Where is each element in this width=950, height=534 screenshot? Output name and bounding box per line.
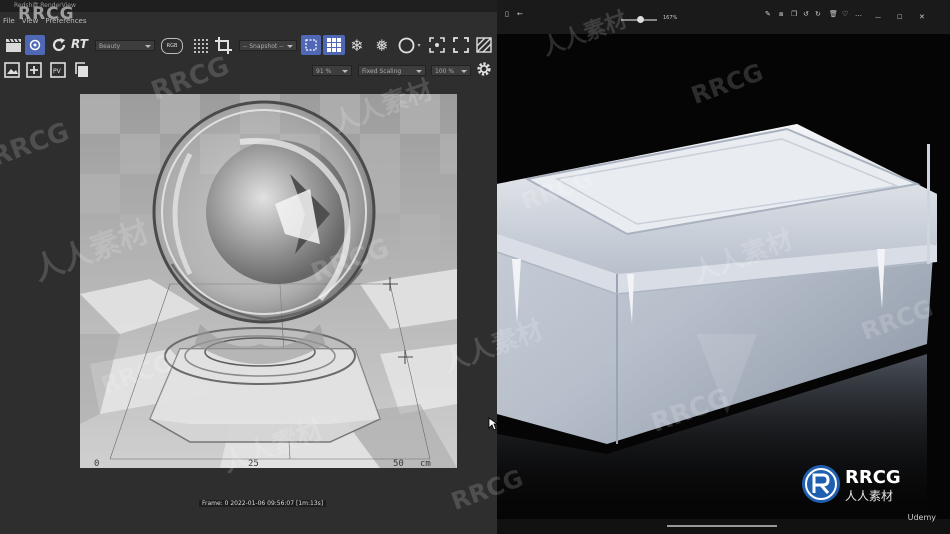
settings-gear-icon[interactable] [475,60,493,78]
region-button[interactable] [301,35,321,55]
copy-icon[interactable] [73,61,91,79]
refresh-icon[interactable] [50,36,68,54]
circle-icon[interactable] [397,36,415,54]
rrcg-logo-icon [802,465,840,503]
close-icon[interactable]: ✕ [919,13,925,21]
snowflake-icon[interactable]: ❄ [348,36,366,55]
grid-icon[interactable] [192,37,210,55]
ipr-render-button[interactable] [25,35,45,55]
rrcg-badge: RRCG 人人素材 [801,463,939,505]
save-image-icon[interactable] [3,61,21,79]
back-icon[interactable]: ← [517,10,523,18]
filmstrip-scroll[interactable] [667,525,777,527]
fit-view-icon[interactable] [452,36,470,54]
toolbar-top: RT Beauty RGB -- Snapshot -- ❄ ❅ ▾ [0,32,497,58]
picture-viewer-icon[interactable]: PV [49,61,67,79]
render-viewport[interactable]: 0 25 50 cm [80,94,457,468]
zoom-level-label: 167% [663,15,678,21]
badge-logo-text: RRCG [845,467,901,488]
copy-tool-icon[interactable]: ❐ [791,10,797,18]
sun-icon [29,39,41,51]
snapshot-select[interactable]: -- Snapshot -- [239,40,297,51]
render-status: Frame: 0 2022-01-06 09:56:07 [1m:13s] [199,500,327,507]
add-snapshot-icon[interactable] [25,61,43,79]
minimize-icon[interactable]: — [875,14,881,21]
mouse-cursor-icon [488,416,499,435]
edit-icon[interactable]: ✎ [765,10,771,18]
axis-label-unit: cm [420,459,431,468]
sidebar-toggle-icon[interactable]: ▯ [505,10,509,18]
zoom-slider-thumb[interactable] [637,16,644,23]
focus-icon[interactable] [428,36,446,54]
maximize-icon[interactable]: ☐ [897,14,902,21]
rgb-toggle[interactable]: RGB [161,38,183,54]
favorite-icon[interactable]: ♡ [842,10,848,18]
axis-label-origin: 0 [94,459,99,468]
percent-field[interactable]: 100 % [431,65,471,76]
axis-label-end: 50 [393,459,404,468]
aov-select[interactable]: Beauty [95,40,155,51]
svg-text:PV: PV [53,68,62,75]
zoom-field[interactable]: 91 % [312,65,352,76]
badge-cn-text: 人人素材 [845,489,894,503]
buckets-icon [327,38,341,52]
render-image: 0 25 50 cm [80,94,457,468]
crop-tool-icon[interactable]: ⧈ [779,10,783,19]
menu-file[interactable]: File [3,17,15,25]
rotate-left-icon[interactable]: ↺ [803,10,809,18]
more-options-icon[interactable]: … [855,10,862,18]
delete-icon[interactable]: 🗑 [829,10,838,18]
udemy-brand: Udemy [907,513,936,522]
filmstrip-bar [497,519,950,534]
pattern-icon[interactable] [475,36,493,54]
buckets-button[interactable] [323,35,345,55]
snowflake-lock-icon[interactable]: ❅ [373,36,391,55]
rt-label[interactable]: RT [71,37,88,51]
clapper-render-icon[interactable] [4,36,22,54]
logo-watermark: RRCG [18,4,75,24]
rotate-right-icon[interactable]: ↻ [815,10,821,18]
circle-dropdown-icon[interactable]: ▾ [416,42,422,49]
region-icon [305,39,317,51]
